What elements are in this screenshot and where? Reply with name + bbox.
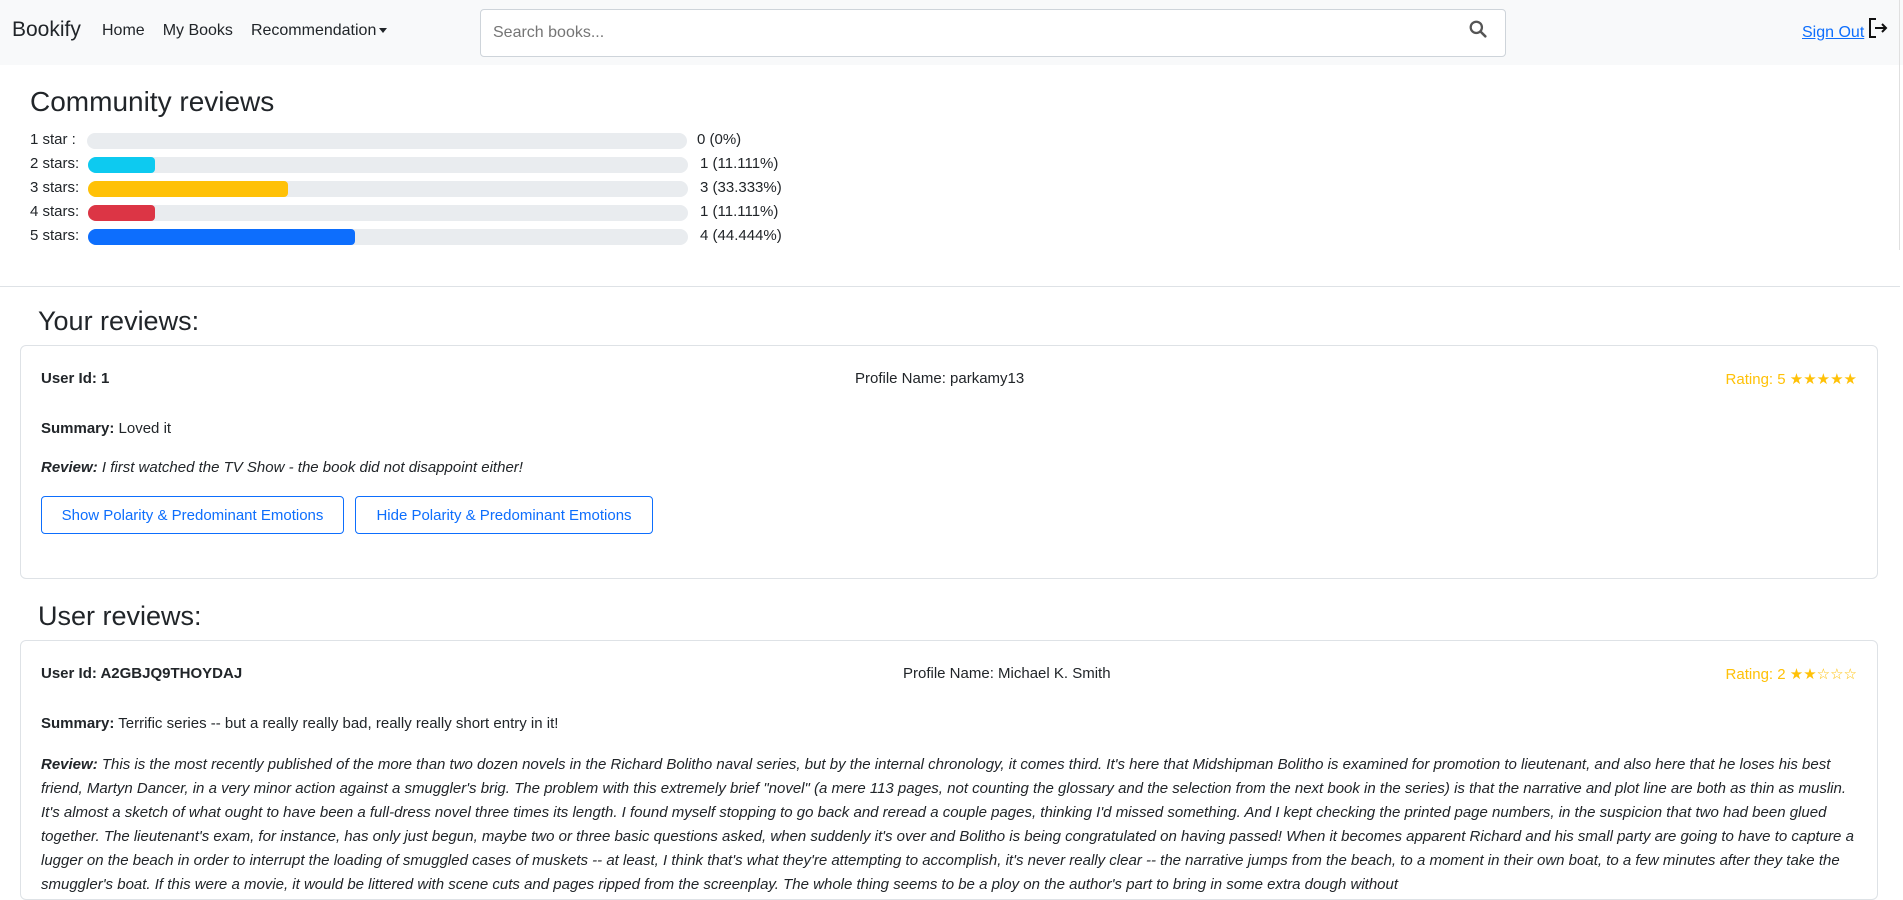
review-header: User Id: A2GBJQ9THOYDAJ Profile Name: Mi… (41, 665, 1857, 685)
sign-out-icon[interactable] (1866, 16, 1890, 40)
summary-text: Loved it (118, 420, 172, 437)
rating-bar (88, 229, 688, 245)
rating-bar (87, 133, 687, 149)
sign-out-link[interactable]: Sign Out (1802, 24, 1864, 42)
rating-label: 2 stars: (30, 155, 80, 172)
review-rating: Rating: 5 ★★★★★ (1725, 371, 1857, 388)
brand-logo[interactable]: Bookify (12, 18, 81, 42)
user-review-card: User Id: A2GBJQ9THOYDAJ Profile Name: Mi… (20, 640, 1878, 900)
rating-count: 1 (11.111%) (700, 155, 779, 172)
rating-bar-fill (88, 229, 355, 245)
hide-polarity-button[interactable]: Hide Polarity & Predominant Emotions (355, 496, 653, 534)
navbar: Bookify Home My Books Recommendation Sig… (0, 0, 1903, 65)
rating-row-4: 4 stars: 1 (11.111%) (30, 202, 830, 222)
search-box (480, 9, 1506, 57)
summary-text: Terrific series -- but a really really b… (118, 715, 559, 732)
nav-dropdown-recommendation[interactable]: Recommendation (250, 22, 388, 40)
review-text: This is the most recently published of t… (41, 756, 1854, 893)
nav-dropdown-label: Recommendation (250, 22, 377, 39)
rating-bar-fill (88, 205, 155, 221)
your-reviews-title: Your reviews: (38, 306, 200, 336)
rating-label: 3 stars: (30, 179, 80, 196)
scrollbar-track[interactable] (1899, 0, 1900, 250)
community-reviews-title: Community reviews (30, 86, 275, 117)
review-rating: Rating: 2 ★★☆☆☆ (1725, 666, 1857, 683)
review-profile-name: Profile Name: Michael K. Smith (903, 665, 1111, 682)
review-profile-name: Profile Name: parkamy13 (855, 370, 1025, 387)
your-review-card: User Id: 1 Profile Name: parkamy13 Ratin… (20, 345, 1878, 579)
show-polarity-button[interactable]: Show Polarity & Predominant Emotions (41, 496, 344, 534)
user-reviews-title: User reviews: (38, 601, 202, 631)
review-body: Review: I first watched the TV Show - th… (41, 456, 1859, 480)
rating-bar-fill (88, 181, 288, 197)
rating-label: 5 stars: (30, 227, 80, 244)
rating-row-5: 5 stars: 4 (44.444%) (30, 226, 830, 246)
rating-bar (88, 205, 688, 221)
review-label: Review: (41, 459, 98, 476)
review-header: User Id: 1 Profile Name: parkamy13 Ratin… (41, 370, 1857, 390)
rating-row-2: 2 stars: 1 (11.111%) (30, 154, 830, 174)
search-icon[interactable] (1469, 20, 1487, 38)
review-user-id: User Id: 1 (41, 370, 110, 387)
rating-count: 0 (0%) (697, 131, 742, 148)
review-user-id: User Id: A2GBJQ9THOYDAJ (41, 665, 243, 682)
summary-label: Summary: (41, 420, 115, 437)
nav-link-home[interactable]: Home (102, 22, 145, 40)
nav-link-my-books[interactable]: My Books (163, 22, 233, 40)
section-divider (0, 286, 1900, 287)
rating-bar (88, 157, 688, 173)
rating-count: 1 (11.111%) (700, 203, 779, 220)
review-label: Review: (41, 756, 98, 773)
rating-count: 4 (44.444%) (700, 227, 782, 244)
review-body: Review: This is the most recently publis… (41, 753, 1859, 897)
rating-bar-fill (88, 157, 155, 173)
rating-row-3: 3 stars: 3 (33.333%) (30, 178, 830, 198)
review-summary: Summary: Loved it (41, 420, 171, 437)
rating-label: 1 star : (30, 131, 76, 148)
rating-count: 3 (33.333%) (700, 179, 782, 196)
search-input[interactable] (481, 10, 1441, 56)
summary-label: Summary: (41, 715, 115, 732)
review-summary: Summary: Terrific series -- but a really… (41, 715, 558, 732)
rating-row-1: 1 star : 0 (0%) (30, 130, 830, 150)
rating-bar (88, 181, 688, 197)
nav-links: Home My Books Recommendation (102, 22, 405, 40)
review-text: I first watched the TV Show - the book d… (101, 459, 523, 476)
rating-label: 4 stars: (30, 203, 80, 220)
chevron-down-icon (379, 28, 388, 34)
